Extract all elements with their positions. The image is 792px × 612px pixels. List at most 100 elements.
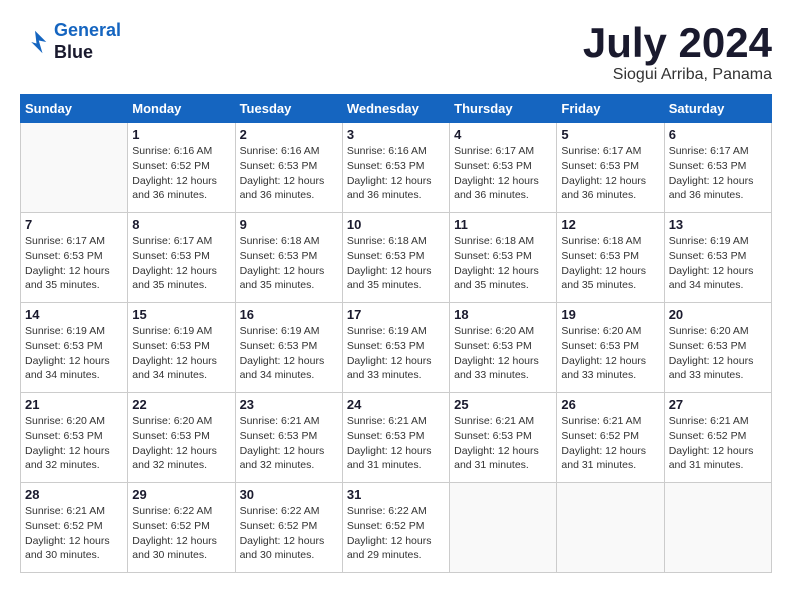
calendar-cell: 6Sunrise: 6:17 AM Sunset: 6:53 PM Daylig… bbox=[664, 123, 771, 213]
day-info: Sunrise: 6:21 AM Sunset: 6:52 PM Dayligh… bbox=[561, 414, 659, 473]
week-row-5: 28 Sunrise: 6:21 AM Sunset: 6:52 PM Dayli… bbox=[21, 483, 772, 573]
day-info: Sunrise: 6:20 AM Sunset: 6:53 PM Dayligh… bbox=[132, 414, 230, 473]
col-header-sunday: Sunday bbox=[21, 95, 128, 123]
calendar-cell bbox=[450, 483, 557, 573]
calendar-cell: 4 Sunrise: 6:17 AM Sunset: 6:53 PM Daylig… bbox=[450, 123, 557, 213]
calendar-cell bbox=[557, 483, 664, 573]
day-number: 4 bbox=[454, 127, 552, 142]
calendar-cell: 12 Sunrise: 6:18 AM Sunset: 6:53 PM Dayli… bbox=[557, 213, 664, 303]
day-number: 8 bbox=[132, 217, 230, 232]
calendar-cell: 17 Sunrise: 6:19 AM Sunset: 6:53 PM Dayli… bbox=[342, 303, 449, 393]
day-info: Sunrise: 6:16 AM Sunset: 6:53 PM Dayligh… bbox=[347, 144, 445, 203]
day-number: 10 bbox=[347, 217, 445, 232]
day-info: Sunrise: 6:19 AM Sunset: 6:53 PM Dayligh… bbox=[25, 324, 123, 383]
calendar-cell: 8 Sunrise: 6:17 AM Sunset: 6:53 PM Daylig… bbox=[128, 213, 235, 303]
day-info: Sunrise: 6:19 AM Sunset: 6:53 PM Dayligh… bbox=[347, 324, 445, 383]
calendar-cell: 9 Sunrise: 6:18 AM Sunset: 6:53 PM Daylig… bbox=[235, 213, 342, 303]
col-header-thursday: Thursday bbox=[450, 95, 557, 123]
day-info: Sunrise: 6:18 AM Sunset: 6:53 PM Dayligh… bbox=[347, 234, 445, 293]
calendar-cell: 18 Sunrise: 6:20 AM Sunset: 6:53 PM Dayli… bbox=[450, 303, 557, 393]
day-info: Sunrise: 6:18 AM Sunset: 6:53 PM Dayligh… bbox=[454, 234, 552, 293]
day-info: Sunrise: 6:20 AM Sunset: 6:53 PM Dayligh… bbox=[25, 414, 123, 473]
calendar-header-row: SundayMondayTuesdayWednesdayThursdayFrid… bbox=[21, 95, 772, 123]
calendar-cell: 21 Sunrise: 6:20 AM Sunset: 6:53 PM Dayli… bbox=[21, 393, 128, 483]
calendar-cell: 5Sunrise: 6:17 AM Sunset: 6:53 PM Daylig… bbox=[557, 123, 664, 213]
col-header-wednesday: Wednesday bbox=[342, 95, 449, 123]
calendar-cell: 2Sunrise: 6:16 AM Sunset: 6:53 PM Daylig… bbox=[235, 123, 342, 213]
calendar-cell: 16 Sunrise: 6:19 AM Sunset: 6:53 PM Dayli… bbox=[235, 303, 342, 393]
day-info: Sunrise: 6:17 AM Sunset: 6:53 PM Dayligh… bbox=[669, 144, 767, 203]
logo-text: General Blue bbox=[54, 20, 121, 63]
day-info: Sunrise: 6:18 AM Sunset: 6:53 PM Dayligh… bbox=[240, 234, 338, 293]
week-row-4: 21 Sunrise: 6:20 AM Sunset: 6:53 PM Dayli… bbox=[21, 393, 772, 483]
day-number: 31 bbox=[347, 487, 445, 502]
title-area: July 2024 Siogui Arriba, Panama bbox=[583, 20, 772, 84]
day-info: Sunrise: 6:16 AM Sunset: 6:53 PM Dayligh… bbox=[240, 144, 338, 203]
day-number: 22 bbox=[132, 397, 230, 412]
day-number: 23 bbox=[240, 397, 338, 412]
day-info: Sunrise: 6:20 AM Sunset: 6:53 PM Dayligh… bbox=[454, 324, 552, 383]
calendar-cell: 15 Sunrise: 6:19 AM Sunset: 6:53 PM Dayli… bbox=[128, 303, 235, 393]
day-info: Sunrise: 6:19 AM Sunset: 6:53 PM Dayligh… bbox=[240, 324, 338, 383]
calendar-cell: 20Sunrise: 6:20 AM Sunset: 6:53 PM Dayli… bbox=[664, 303, 771, 393]
day-number: 16 bbox=[240, 307, 338, 322]
day-info: Sunrise: 6:17 AM Sunset: 6:53 PM Dayligh… bbox=[132, 234, 230, 293]
header: General Blue July 2024 Siogui Arriba, Pa… bbox=[20, 20, 772, 84]
day-number: 9 bbox=[240, 217, 338, 232]
calendar-cell: 13Sunrise: 6:19 AM Sunset: 6:53 PM Dayli… bbox=[664, 213, 771, 303]
day-info: Sunrise: 6:22 AM Sunset: 6:52 PM Dayligh… bbox=[132, 504, 230, 563]
day-number: 1 bbox=[132, 127, 230, 142]
day-number: 25 bbox=[454, 397, 552, 412]
day-number: 20 bbox=[669, 307, 767, 322]
day-number: 14 bbox=[25, 307, 123, 322]
day-number: 29 bbox=[132, 487, 230, 502]
calendar-cell: 19Sunrise: 6:20 AM Sunset: 6:53 PM Dayli… bbox=[557, 303, 664, 393]
month-year-title: July 2024 bbox=[583, 20, 772, 66]
calendar-cell: 1 Sunrise: 6:16 AM Sunset: 6:52 PM Daylig… bbox=[128, 123, 235, 213]
calendar-cell: 14 Sunrise: 6:19 AM Sunset: 6:53 PM Dayli… bbox=[21, 303, 128, 393]
calendar-cell bbox=[664, 483, 771, 573]
col-header-friday: Friday bbox=[557, 95, 664, 123]
calendar-cell: 10 Sunrise: 6:18 AM Sunset: 6:53 PM Dayli… bbox=[342, 213, 449, 303]
calendar-cell: 29 Sunrise: 6:22 AM Sunset: 6:52 PM Dayli… bbox=[128, 483, 235, 573]
calendar-cell bbox=[21, 123, 128, 213]
day-number: 11 bbox=[454, 217, 552, 232]
week-row-2: 7 Sunrise: 6:17 AM Sunset: 6:53 PM Daylig… bbox=[21, 213, 772, 303]
day-info: Sunrise: 6:18 AM Sunset: 6:53 PM Dayligh… bbox=[561, 234, 659, 293]
day-info: Sunrise: 6:21 AM Sunset: 6:53 PM Dayligh… bbox=[454, 414, 552, 473]
day-number: 18 bbox=[454, 307, 552, 322]
day-info: Sunrise: 6:19 AM Sunset: 6:53 PM Dayligh… bbox=[132, 324, 230, 383]
calendar-cell: 23 Sunrise: 6:21 AM Sunset: 6:53 PM Dayli… bbox=[235, 393, 342, 483]
day-number: 12 bbox=[561, 217, 659, 232]
day-number: 7 bbox=[25, 217, 123, 232]
location-subtitle: Siogui Arriba, Panama bbox=[583, 66, 772, 84]
day-info: Sunrise: 6:21 AM Sunset: 6:52 PM Dayligh… bbox=[669, 414, 767, 473]
day-number: 21 bbox=[25, 397, 123, 412]
calendar-cell: 27Sunrise: 6:21 AM Sunset: 6:52 PM Dayli… bbox=[664, 393, 771, 483]
calendar-cell: 7 Sunrise: 6:17 AM Sunset: 6:53 PM Daylig… bbox=[21, 213, 128, 303]
logo-bird-icon bbox=[20, 27, 50, 57]
day-number: 17 bbox=[347, 307, 445, 322]
calendar-cell: 11 Sunrise: 6:18 AM Sunset: 6:53 PM Dayli… bbox=[450, 213, 557, 303]
calendar-table: SundayMondayTuesdayWednesdayThursdayFrid… bbox=[20, 94, 772, 573]
day-number: 28 bbox=[25, 487, 123, 502]
day-info: Sunrise: 6:17 AM Sunset: 6:53 PM Dayligh… bbox=[561, 144, 659, 203]
day-info: Sunrise: 6:17 AM Sunset: 6:53 PM Dayligh… bbox=[454, 144, 552, 203]
calendar-cell: 30 Sunrise: 6:22 AM Sunset: 6:52 PM Dayli… bbox=[235, 483, 342, 573]
day-info: Sunrise: 6:20 AM Sunset: 6:53 PM Dayligh… bbox=[561, 324, 659, 383]
day-info: Sunrise: 6:17 AM Sunset: 6:53 PM Dayligh… bbox=[25, 234, 123, 293]
day-number: 3 bbox=[347, 127, 445, 142]
logo: General Blue bbox=[20, 20, 121, 63]
calendar-cell: 22 Sunrise: 6:20 AM Sunset: 6:53 PM Dayli… bbox=[128, 393, 235, 483]
day-number: 15 bbox=[132, 307, 230, 322]
calendar-cell: 24Sunrise: 6:21 AM Sunset: 6:53 PM Dayli… bbox=[342, 393, 449, 483]
week-row-3: 14 Sunrise: 6:19 AM Sunset: 6:53 PM Dayli… bbox=[21, 303, 772, 393]
col-header-tuesday: Tuesday bbox=[235, 95, 342, 123]
col-header-monday: Monday bbox=[128, 95, 235, 123]
day-info: Sunrise: 6:16 AM Sunset: 6:52 PM Dayligh… bbox=[132, 144, 230, 203]
day-info: Sunrise: 6:21 AM Sunset: 6:53 PM Dayligh… bbox=[347, 414, 445, 473]
day-number: 30 bbox=[240, 487, 338, 502]
day-info: Sunrise: 6:21 AM Sunset: 6:53 PM Dayligh… bbox=[240, 414, 338, 473]
day-info: Sunrise: 6:22 AM Sunset: 6:52 PM Dayligh… bbox=[240, 504, 338, 563]
day-info: Sunrise: 6:21 AM Sunset: 6:52 PM Dayligh… bbox=[25, 504, 123, 563]
